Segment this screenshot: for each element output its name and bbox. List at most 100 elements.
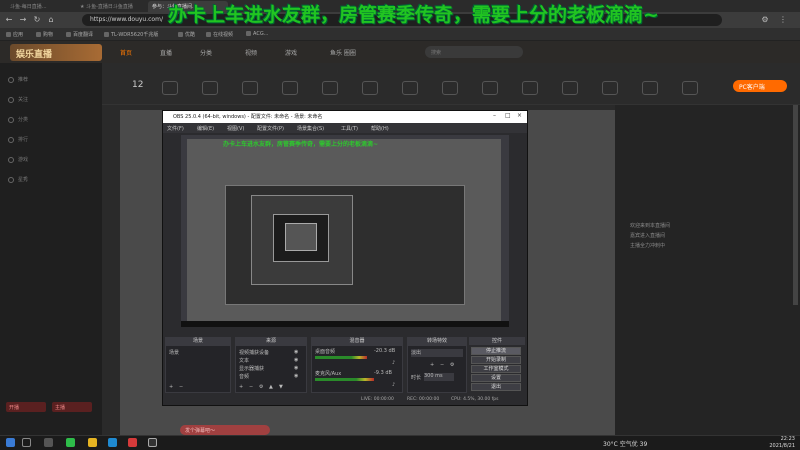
stop-stream-button[interactable]: 停止推流 <box>471 347 521 355</box>
taskbar-time[interactable]: 22:23 <box>755 436 795 442</box>
bookmark-item[interactable]: 百度翻译 <box>66 31 93 38</box>
transition-select[interactable]: 淡出 <box>411 349 463 357</box>
toolbar-icon[interactable] <box>562 81 578 95</box>
toolbar-icon[interactable] <box>282 81 298 95</box>
move-up-icon[interactable]: ▲ <box>269 384 273 390</box>
windows-start-icon[interactable] <box>6 438 15 447</box>
dock-header-scenes: 场景 <box>165 337 231 345</box>
start-recording-button[interactable]: 开始录制 <box>471 356 521 364</box>
toolbar-icon[interactable] <box>402 81 418 95</box>
live-status: LIVE: 00:00:00 <box>361 397 394 402</box>
nav-live[interactable]: 直播 <box>160 48 172 57</box>
bookmark-item[interactable]: ACG... <box>246 31 268 37</box>
menu-help[interactable]: 帮助(H) <box>371 125 389 132</box>
wechat-icon[interactable] <box>66 438 75 447</box>
home-icon[interactable]: ⌂ <box>46 15 56 25</box>
sidebar-item[interactable]: 排行 <box>8 136 28 143</box>
toolbar-icon[interactable] <box>482 81 498 95</box>
bookmark-item[interactable]: 应用 <box>6 31 23 38</box>
start-stream-button[interactable]: 开播 <box>6 402 46 412</box>
minimize-icon[interactable]: – <box>493 112 496 119</box>
level-count: 12 <box>132 80 144 90</box>
remove-scene-icon[interactable]: − <box>179 384 183 390</box>
exit-button[interactable]: 退出 <box>471 383 521 391</box>
source-item[interactable]: 音频 <box>239 373 249 380</box>
nav-game[interactable]: 游戏 <box>285 48 297 57</box>
toolbar-icon[interactable] <box>322 81 338 95</box>
menu-tools[interactable]: 工具(T) <box>341 125 358 132</box>
speaker-icon[interactable]: ♪ <box>392 360 395 366</box>
gear-icon[interactable]: ⚙ <box>259 384 263 390</box>
bookmark-item[interactable]: 在线视频 <box>206 31 233 38</box>
bookmark-item[interactable]: 购物 <box>36 31 53 38</box>
nav-video[interactable]: 视频 <box>245 48 257 57</box>
weather-widget[interactable]: 30°C 空气优 39 <box>603 439 647 448</box>
danmu-input[interactable]: 发个弹幕吧～ <box>180 425 270 435</box>
sidebar-item[interactable]: 游戏 <box>8 156 28 163</box>
toolbar-icon[interactable] <box>162 81 178 95</box>
anchor-button[interactable]: 主播 <box>52 402 92 412</box>
forward-icon[interactable]: → <box>18 15 28 25</box>
source-item[interactable]: 显示器捕获 <box>239 365 264 372</box>
browser-tab[interactable]: ★ 斗鱼-直播日斗鱼直播 <box>76 1 146 12</box>
nav-category[interactable]: 分类 <box>200 48 212 57</box>
toolbar-icon[interactable] <box>442 81 458 95</box>
sidebar-item[interactable]: 关注 <box>8 96 28 103</box>
studio-mode-button[interactable]: 工作室模式 <box>471 365 521 373</box>
menu-file[interactable]: 文件(F) <box>167 125 184 132</box>
duration-input[interactable]: 300 ms <box>424 373 454 381</box>
settings-button[interactable]: 设置 <box>471 374 521 382</box>
chat-message: 欢迎来到本直播间 <box>630 223 671 229</box>
taskbar-date[interactable]: 2021/8/21 <box>755 443 795 449</box>
add-scene-icon[interactable]: + <box>169 384 173 390</box>
close-icon[interactable]: × <box>517 112 522 119</box>
source-item[interactable]: 视频捕获设备 <box>239 349 269 356</box>
move-down-icon[interactable]: ▼ <box>279 384 283 390</box>
speaker-icon[interactable]: ♪ <box>392 382 395 388</box>
edge-icon[interactable] <box>108 438 117 447</box>
obs-icon[interactable] <box>148 438 157 447</box>
pc-client-button[interactable]: PC客户端 <box>733 80 787 92</box>
eye-icon[interactable]: ◉ <box>294 365 298 371</box>
sidebar-item[interactable]: 星秀 <box>8 176 28 183</box>
folder-icon[interactable] <box>88 438 97 447</box>
menu-edit[interactable]: 编辑(E) <box>197 125 214 132</box>
eye-icon[interactable]: ◉ <box>294 373 298 379</box>
scene-item[interactable]: 场景 <box>169 349 179 356</box>
reload-icon[interactable]: ↻ <box>32 15 42 25</box>
search-icon[interactable] <box>22 438 31 447</box>
add-source-icon[interactable]: + <box>239 384 243 390</box>
toolbar-icon[interactable] <box>362 81 378 95</box>
nav-home[interactable]: 首页 <box>120 48 132 57</box>
gear-icon[interactable]: ⚙ <box>450 362 454 368</box>
site-logo[interactable]: 娱乐直播 <box>10 44 102 61</box>
scrollbar[interactable] <box>793 105 798 305</box>
toolbar-icon[interactable] <box>242 81 258 95</box>
eye-icon[interactable]: ◉ <box>294 349 298 355</box>
menu-scene-collection[interactable]: 场景集合(S) <box>297 125 324 132</box>
toolbar-icon[interactable] <box>682 81 698 95</box>
toolbar-icon[interactable] <box>642 81 658 95</box>
remove-transition-icon[interactable]: − <box>440 362 444 368</box>
nav-yule[interactable]: 鱼乐 圈圈 <box>330 48 356 57</box>
sidebar-item[interactable]: 推荐 <box>8 76 28 83</box>
search-input[interactable]: 搜索 <box>425 46 523 58</box>
bookmark-item[interactable]: TL-WDR5620千兆版 <box>104 31 158 38</box>
remove-source-icon[interactable]: − <box>249 384 253 390</box>
menu-profile[interactable]: 配置文件(P) <box>257 125 284 132</box>
browser-tab[interactable]: 斗鱼-每日直播... <box>6 1 74 12</box>
chrome-icon[interactable] <box>128 438 137 447</box>
menu-icon[interactable]: ⋮ <box>778 15 788 25</box>
maximize-icon[interactable]: □ <box>505 112 511 119</box>
sidebar-item[interactable]: 分类 <box>8 116 28 123</box>
task-view-icon[interactable] <box>44 438 53 447</box>
bookmark-item[interactable]: 优酷 <box>178 31 195 38</box>
toolbar-icon[interactable] <box>602 81 618 95</box>
toolbar-icon[interactable] <box>522 81 538 95</box>
add-transition-icon[interactable]: + <box>430 362 434 368</box>
menu-view[interactable]: 视图(V) <box>227 125 244 132</box>
source-item[interactable]: 文本 <box>239 357 249 364</box>
back-icon[interactable]: ← <box>4 15 14 25</box>
toolbar-icon[interactable] <box>202 81 218 95</box>
eye-icon[interactable]: ◉ <box>294 357 298 363</box>
